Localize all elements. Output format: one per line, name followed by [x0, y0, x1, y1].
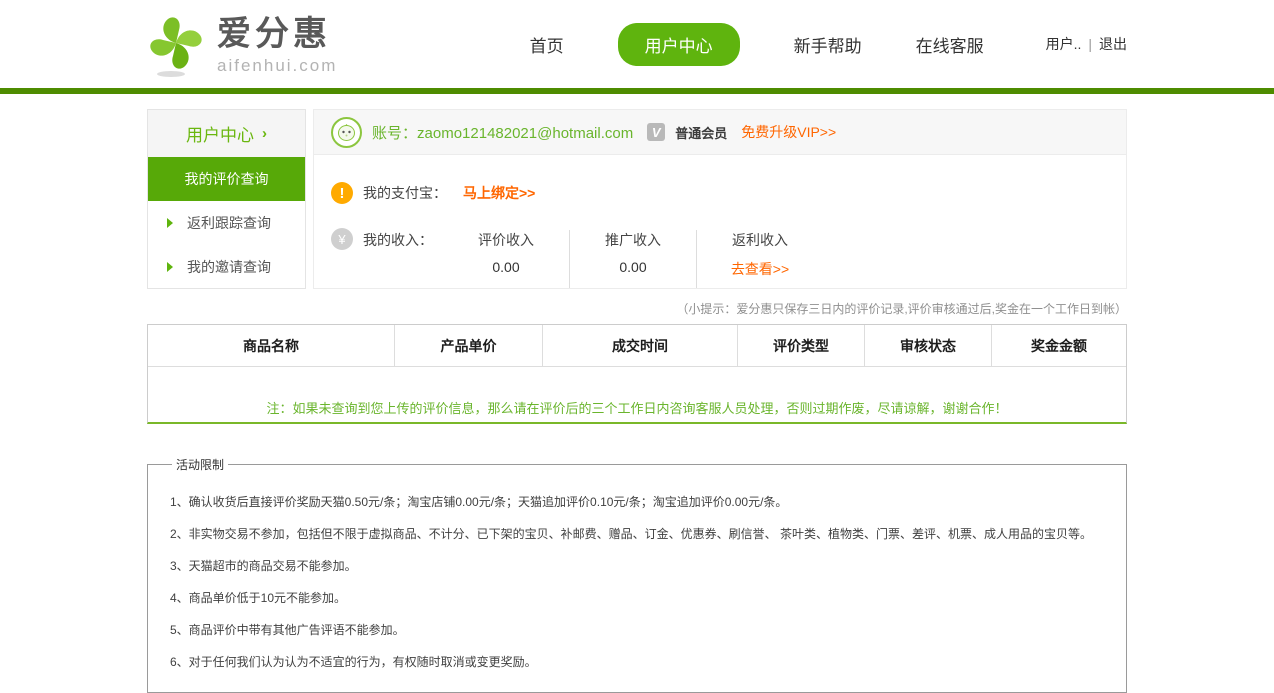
table-header-row: 商品名称 产品单价 成交时间 评价类型 审核状态 奖金金额 [148, 325, 1126, 367]
header-divider-bar [0, 88, 1274, 94]
brand-name: 爱分惠 [217, 15, 331, 53]
triangle-right-icon [167, 218, 173, 228]
sidebar-item-my-invites[interactable]: 我的邀请查询 [148, 245, 305, 289]
nav-beginner-help[interactable]: 新手帮助 [794, 32, 862, 57]
brand-domain: aifenhui.com [217, 55, 338, 75]
account-email: 账号：zaomo121482021@hotmail.com [372, 124, 634, 142]
col-header-audit-status: 审核状态 [865, 325, 992, 366]
yen-icon: ¥ [331, 228, 353, 250]
rule-item: 3、天猫超市的商品交易不能参加。 [170, 559, 357, 573]
table-note: 注：如果未查询到您上传的评价信息，那么请在评价后的三个工作日内咨询客服人员处理，… [266, 401, 1008, 416]
col-header-bonus-amount: 奖金金额 [1031, 337, 1087, 354]
nav-user-center[interactable]: 用户中心 [617, 22, 740, 66]
rule-item: 5、商品评价中带有其他广告评语不能参加。 [170, 623, 405, 637]
income-columns: 评价收入 0.00 推广收入 0.00 返利收入 去查看>> [443, 228, 823, 288]
alipay-label: 我的支付宝： [363, 185, 447, 201]
alipay-row: ! 我的支付宝： 马上绑定>> [314, 155, 1126, 204]
sidebar-item-label: 返利跟踪查询 [187, 215, 271, 231]
income-col-title: 推广收入 [605, 232, 661, 248]
activity-restrictions: 活动限制 1、确认收货后直接评价奖励天猫0.50元/条；淘宝店铺0.00元/条；… [147, 456, 1127, 693]
income-col-rebate: 返利收入 去查看>> [697, 228, 823, 288]
table-empty-body: 注：如果未查询到您上传的评价信息，那么请在评价后的三个工作日内咨询客服人员处理，… [148, 367, 1126, 422]
income-col-title: 返利收入 [732, 232, 788, 248]
vip-badge-icon: V [647, 123, 666, 141]
rule-item: 1、确认收货后直接评价奖励天猫0.50元/条；淘宝店铺0.00元/条；天猫追加评… [170, 495, 788, 509]
col-header-review-type: 评价类型 [738, 325, 865, 366]
sidebar-title-label: 用户中心 [186, 126, 254, 145]
bind-alipay-link[interactable]: 马上绑定>> [463, 183, 535, 203]
username-link[interactable]: 用户.. [1046, 34, 1082, 54]
sidebar-item-label: 我的邀请查询 [187, 259, 271, 275]
triangle-right-icon [167, 262, 173, 272]
go-view-link[interactable]: 去查看>> [697, 259, 823, 279]
tip-text: （小提示：爱分惠只保存三日内的评价记录,评价审核通过后,奖金在一个工作日到帐） [676, 302, 1127, 316]
income-row: ¥ 我的收入： 评价收入 0.00 推广收入 0.00 返利收入 去查看>> [314, 204, 1126, 288]
sidebar: 用户中心 › 我的评价查询 返利跟踪查询 我的邀请查询 [147, 109, 306, 289]
member-level: 普通会员 [675, 125, 728, 141]
avatar-icon [331, 116, 362, 148]
nav-online-service[interactable]: 在线客服 [916, 32, 984, 57]
col-header-unit-price: 产品单价 [395, 325, 543, 366]
rules-legend: 活动限制 [176, 458, 225, 472]
upgrade-vip-link[interactable]: 免费升级VIP>> [741, 122, 836, 142]
sidebar-title[interactable]: 用户中心 › [148, 110, 305, 157]
nav-home[interactable]: 首页 [530, 32, 564, 57]
col-header-deal-time: 成交时间 [543, 325, 738, 366]
sidebar-item-rebate-tracking[interactable]: 返利跟踪查询 [148, 201, 305, 245]
income-col-title: 评价收入 [478, 232, 534, 248]
income-col-value: 0.00 [619, 259, 647, 275]
sidebar-item-label: 我的评价查询 [184, 171, 269, 187]
brand-logo[interactable]: 爱分惠 aifenhui.com [147, 11, 337, 77]
user-links: 用户.. | 退出 [1046, 34, 1127, 54]
income-col-promo: 推广收入 0.00 [570, 228, 696, 288]
rule-item: 2、非实物交易不参加，包括但不限于虚拟商品、不计分、已下架的宝贝、补邮费、赠品、… [170, 527, 1093, 541]
main-nav: 首页 用户中心 新手帮助 在线客服 [530, 22, 984, 66]
brand-text: 爱分惠 aifenhui.com [217, 11, 337, 75]
rule-item: 6、对于任何我们认为认为不适宜的行为，有权随时取消或变更奖励。 [170, 655, 537, 669]
col-header-product-name: 商品名称 [148, 325, 395, 366]
rule-item: 4、商品单价低于10元不能参加。 [170, 591, 347, 605]
alert-icon: ! [331, 182, 353, 204]
income-col-review: 评价收入 0.00 [443, 228, 569, 288]
user-info-panel: 账号：zaomo121482021@hotmail.com V 普通会员 免费升… [313, 109, 1127, 289]
link-separator: | [1088, 36, 1092, 52]
income-col-value: 0.00 [492, 259, 520, 275]
header: 爱分惠 aifenhui.com 首页 用户中心 新手帮助 在线客服 用户.. … [0, 0, 1274, 88]
income-label: 我的收入： [363, 232, 433, 248]
clover-logo-icon [147, 13, 209, 79]
chevron-right-icon: › [262, 125, 267, 142]
sidebar-item-review-query[interactable]: 我的评价查询 [148, 157, 305, 201]
logout-link[interactable]: 退出 [1099, 34, 1127, 54]
account-row: 账号：zaomo121482021@hotmail.com V 普通会员 免费升… [314, 110, 1126, 155]
review-records-table: 商品名称 产品单价 成交时间 评价类型 审核状态 奖金金额 注：如果未查询到您上… [147, 324, 1127, 424]
